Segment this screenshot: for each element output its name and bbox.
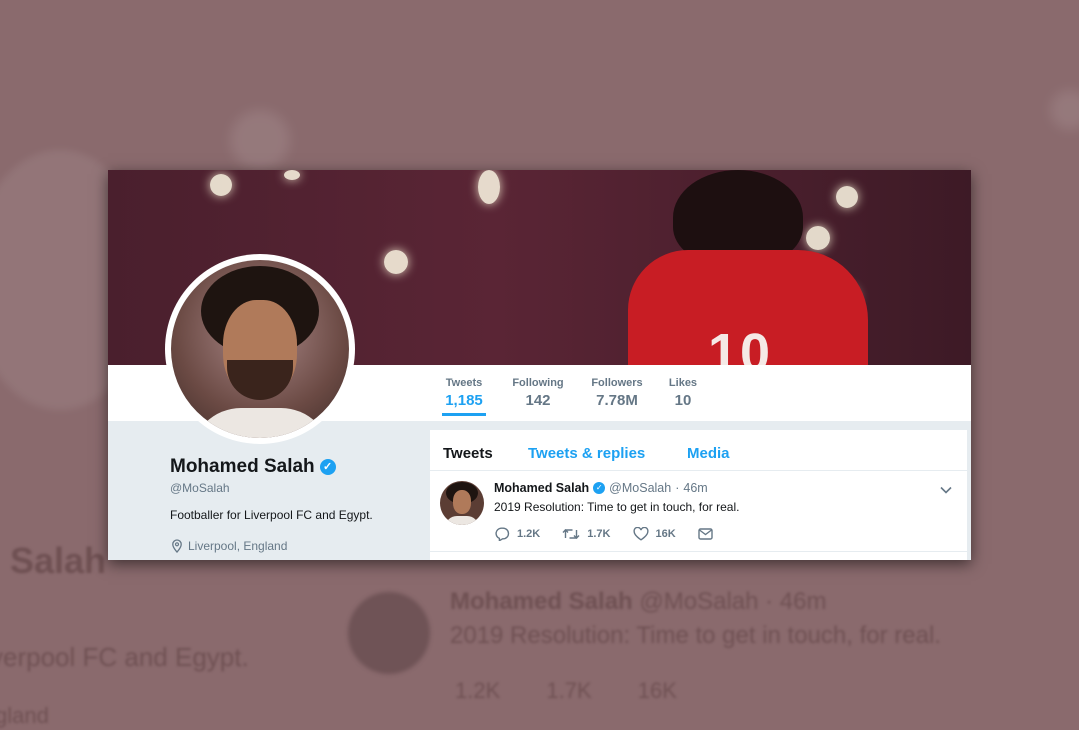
timeline: Tweets Tweets & replies Media Mohamed Sa… [430,430,967,560]
tweet-header: Mohamed Salah ✓ @MoSalah · 46m [494,481,708,495]
like-button[interactable]: 16K [632,527,676,541]
stat-tweets[interactable]: Tweets 1,185 [442,377,486,416]
banner-bokeh [836,186,858,208]
bg-bokeh [1050,90,1079,130]
direct-message-icon [697,528,713,540]
profile-name[interactable]: Mohamed Salah ✓ [170,456,336,478]
banner-bokeh [284,170,300,180]
retweet-button[interactable]: 1.7K [562,527,611,541]
avatar-photo [171,260,349,438]
reply-icon [494,527,510,541]
timeline-tabs: Tweets Tweets & replies Media [430,430,967,471]
avatar-shirt [191,408,331,438]
stat-followers[interactable]: Followers 7.78M [590,377,644,409]
chevron-down-icon[interactable] [940,481,952,499]
banner-bokeh [384,250,408,274]
verified-badge-icon: ✓ [593,482,606,494]
banner-bokeh [478,170,500,204]
tweet-time[interactable]: 46m [683,481,707,495]
stat-label: Likes [668,377,698,389]
bg-tweet-header: Mohamed Salah @MoSalah · 46m [450,588,827,615]
bg-bokeh [230,110,290,170]
bg-bio: verpool FC and Egypt. [0,642,249,672]
stat-label: Tweets [445,377,483,389]
tab-tweets[interactable]: Tweets [443,445,493,462]
location-text: Liverpool, England [188,539,288,553]
bg-tweet-text: 2019 Resolution: Time to get in touch, f… [450,622,941,649]
verified-badge-icon: ✓ [319,459,336,475]
retweet-count: 1.7K [587,528,611,540]
tweet-avatar[interactable] [440,481,484,525]
stat-likes[interactable]: Likes 10 [668,377,698,409]
tweet-text: 2019 Resolution: Time to get in touch, f… [494,500,740,514]
profile-name-text: Mohamed Salah [170,456,315,477]
tab-media[interactable]: Media [687,445,730,462]
avatar-beard [227,360,293,400]
stat-label: Following [512,377,564,389]
stat-label: Followers [591,377,643,389]
stat-following[interactable]: Following 142 [510,377,566,409]
profile-location: Liverpool, England [170,539,287,553]
tweet-handle[interactable]: @MoSalah [609,481,671,495]
like-count: 16K [655,528,676,540]
tweet-item[interactable]: Mohamed Salah ✓ @MoSalah · 46m 2019 Reso… [430,471,967,552]
bg-location: gland [0,703,49,728]
location-pin-icon [170,539,184,553]
bg-tweet-actions: 1.2K 1.7K 16K [455,678,677,703]
bg-name: Salah [10,540,107,581]
banner-bokeh [210,174,232,196]
bg-tweet-avatar [348,592,430,674]
reply-button[interactable]: 1.2K [494,527,540,541]
heart-icon [632,527,649,541]
reply-count: 1.2K [517,528,541,540]
stat-value: 1,185 [445,392,483,409]
jersey-number: 10 [708,323,773,365]
stat-value: 142 [525,392,551,409]
tweet-avatar-face [453,490,471,514]
tweet-actions: 1.2K 1.7K 16K [494,527,735,541]
profile-avatar[interactable] [165,254,355,444]
profile-card: 10 Tweets 1,185 Following 142 Followers … [108,170,971,560]
stat-value: 10 [674,392,692,409]
tab-tweets-replies[interactable]: Tweets & replies [528,445,645,462]
tweet-avatar-shirt [445,516,479,525]
tweet-separator: · [675,481,680,495]
direct-message-button[interactable] [697,528,713,540]
retweet-icon [562,527,580,541]
stat-value: 7.78M [596,392,638,409]
tweet-author-name[interactable]: Mohamed Salah [494,481,589,495]
banner-bokeh [806,226,830,250]
profile-handle[interactable]: @MoSalah [170,481,230,495]
profile-bio: Footballer for Liverpool FC and Egypt. [170,508,373,522]
